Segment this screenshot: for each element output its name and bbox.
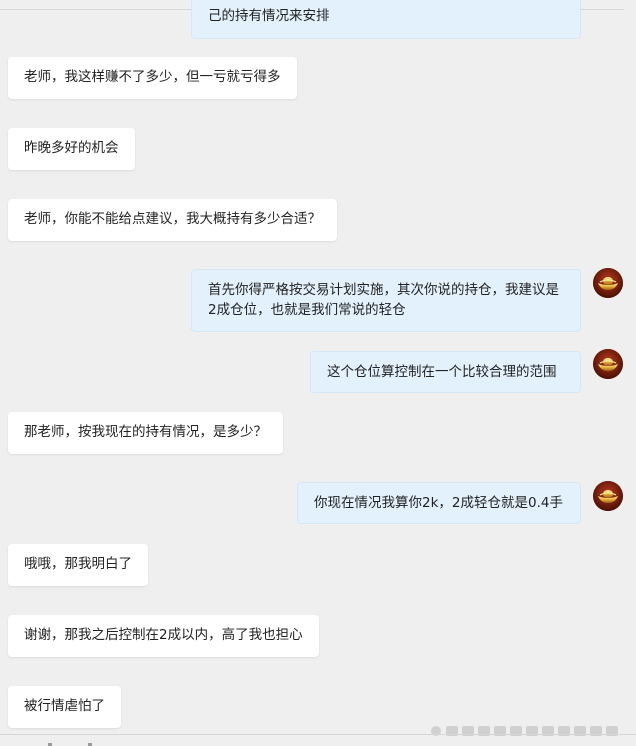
avatar[interactable]	[593, 268, 623, 298]
avatar[interactable]	[593, 481, 623, 511]
message-bubble-incoming[interactable]: 昨晚多好的机会	[8, 128, 135, 170]
message-bubble-outgoing[interactable]: 首先你得严格按交易计划实施，其次你说的持仓，我建议是2成仓位，也就是我们常说的轻…	[191, 269, 581, 332]
message-text: 你现在情况我算你2k，2成轻仓就是0.4手	[314, 495, 563, 511]
avatar[interactable]	[593, 349, 623, 379]
message-text: 昨晚多好的机会	[24, 140, 119, 156]
message-bubble-outgoing[interactable]: 你现在情况我算你2k，2成轻仓就是0.4手	[297, 482, 581, 524]
message-text: 这个仓位算控制在一个比较合理的范围	[327, 364, 557, 380]
message-text: 哦哦，那我明白了	[24, 556, 132, 572]
message-text: 被行情虐怕了	[24, 698, 105, 714]
message-bubble-incoming[interactable]: 哦哦，那我明白了	[8, 544, 148, 586]
message-bubble-outgoing[interactable]: 这个仓位算控制在一个比较合理的范围	[310, 351, 581, 393]
message-text: 老师，你能不能给点建议，我大概持有多少合适？	[24, 211, 321, 227]
gold-ingot-avatar-icon	[593, 268, 623, 298]
message-bubble-incoming[interactable]: 老师，你能不能给点建议，我大概持有多少合适？	[8, 199, 337, 241]
message-bubble-incoming[interactable]: 那老师，按我现在的持有情况，是多少？	[8, 412, 283, 454]
message-text: 首先你得严格按交易计划实施，其次你说的持仓，我建议是2成仓位，也就是我们常说的轻…	[208, 282, 559, 318]
message-bubble-incoming[interactable]: 谢谢，那我之后控制在2成以内，高了我也担心	[8, 615, 319, 657]
toolbar-hint-icon	[48, 743, 92, 746]
message-text: 谢谢，那我之后控制在2成以内，高了我也担心	[24, 627, 303, 643]
divider-bottom	[0, 734, 636, 735]
message-bubble-incoming[interactable]: 被行情虐怕了	[8, 686, 121, 728]
watermark-icon	[431, 726, 618, 736]
gold-ingot-avatar-icon	[593, 349, 623, 379]
message-bubble-incoming[interactable]: 老师，我这样赚不了多少，但一亏就亏得多	[8, 57, 297, 99]
message-text: 那老师，按我现在的持有情况，是多少？	[24, 424, 267, 440]
message-text: 己的持有情况来安排	[208, 8, 330, 24]
gold-ingot-avatar-icon	[593, 481, 623, 511]
message-text: 老师，我这样赚不了多少，但一亏就亏得多	[24, 69, 281, 85]
message-bubble-outgoing[interactable]: 己的持有情况来安排	[191, 0, 581, 39]
chat-window: 己的持有情况来安排 老师，我这样赚不了多少，但一亏就亏得多 昨晚多好的机会 老师…	[0, 0, 636, 746]
